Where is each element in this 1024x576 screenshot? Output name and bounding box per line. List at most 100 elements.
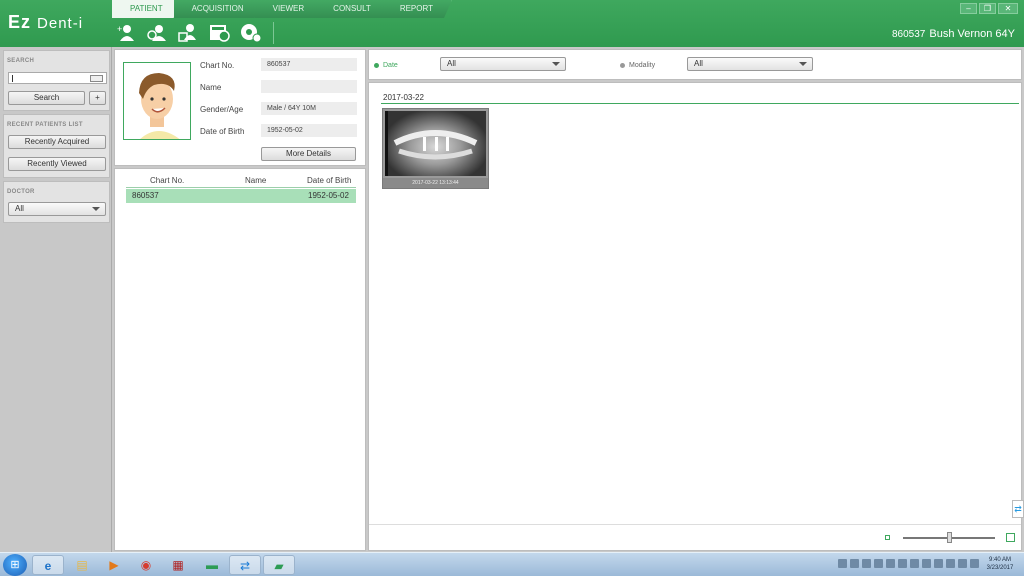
- tray-icon[interactable]: [898, 559, 907, 568]
- panoramic-xray-image: [385, 111, 486, 176]
- tab-consult[interactable]: CONSULT: [315, 0, 390, 18]
- windows-taskbar: ⊞ e ▤ ▶ ◉ ▦ ▬ ⇄ ▰ 9:40 AM 3/23/2017: [0, 552, 1024, 576]
- study-date-divider: [381, 103, 1019, 104]
- list-header-divider: [126, 187, 356, 188]
- gender-age-label: Gender/Age: [200, 105, 244, 114]
- teamviewer-icon[interactable]: ⇄: [229, 555, 261, 575]
- patient-toolbar: +: [114, 22, 274, 44]
- add-search-button[interactable]: +: [89, 91, 106, 105]
- row-chart-no: 860537: [132, 191, 159, 200]
- svg-text:+: +: [117, 24, 122, 34]
- date-select[interactable]: All: [440, 57, 566, 71]
- tray-icon[interactable]: [910, 559, 919, 568]
- patient-info-box: Chart No. 860537 Name Gender/Age Male / …: [114, 49, 366, 166]
- tray-icon[interactable]: [850, 559, 859, 568]
- patient-avatar: [123, 62, 191, 140]
- column-chart-no[interactable]: Chart No.: [150, 176, 184, 185]
- tab-acquisition[interactable]: ACQUISITION: [174, 0, 263, 18]
- media-player-icon[interactable]: ▶: [98, 555, 130, 575]
- minimize-button[interactable]: –: [960, 3, 977, 14]
- volume-icon[interactable]: [970, 559, 979, 568]
- zoom-slider-handle[interactable]: [946, 532, 952, 543]
- chevron-down-icon: [552, 62, 560, 66]
- grid-app-icon[interactable]: ▦: [162, 555, 194, 575]
- name-label: Name: [200, 83, 222, 92]
- chevron-down-icon: [799, 62, 807, 66]
- restore-button[interactable]: ❐: [979, 3, 996, 14]
- tray-icon[interactable]: [958, 559, 967, 568]
- study-date-header: 2017-03-22: [383, 93, 424, 102]
- dob-value: 1952-05-02: [261, 124, 357, 137]
- keyboard-icon[interactable]: [90, 75, 103, 82]
- search-title: SEARCH: [7, 58, 35, 64]
- ie-icon[interactable]: e: [32, 555, 64, 575]
- modality-select-value: All: [694, 59, 703, 68]
- main-tabs: PATIENT ACQUISITION VIEWER CONSULT REPOR…: [112, 0, 444, 18]
- chart-no-value: 860537: [261, 58, 357, 71]
- patient-list: Chart No. Name Date of Birth 860537 1952…: [114, 168, 366, 551]
- teamviewer-side-icon[interactable]: ⇄: [1012, 500, 1024, 518]
- tray-icon[interactable]: [862, 559, 871, 568]
- date-filter-label: Date: [383, 62, 398, 69]
- toolbar-divider: [273, 22, 274, 44]
- thumbnail-caption: 2017-03-22 13:13:44: [383, 178, 488, 188]
- start-button[interactable]: ⊞: [3, 554, 27, 576]
- current-patient-name: Bush Vernon 64Y: [929, 28, 1015, 40]
- search-input[interactable]: [8, 72, 107, 84]
- modality-filter-label: Modality: [629, 62, 656, 69]
- app-logo: Ez Dent-i: [8, 12, 83, 33]
- doctor-section: DOCTOR All: [3, 181, 110, 223]
- system-tray: [838, 559, 979, 568]
- table-row[interactable]: 860537 1952-05-02: [126, 189, 356, 203]
- edit-patient-icon[interactable]: [145, 22, 170, 43]
- doctor-select[interactable]: All: [8, 202, 106, 216]
- current-patient-id: 860537: [892, 29, 926, 40]
- chrome-icon[interactable]: ◉: [130, 555, 162, 575]
- current-patient-title: 860537 Bush Vernon 64Y: [892, 28, 1015, 40]
- study-gallery: 2017-03-22 2017-03-22 13:13:44: [368, 82, 1022, 551]
- clock-time: 9:40 AM: [988, 557, 1011, 563]
- add-patient-icon[interactable]: +: [114, 22, 139, 43]
- taskbar-clock[interactable]: 9:40 AM 3/23/2017: [980, 556, 1020, 572]
- tray-icon[interactable]: [934, 559, 943, 568]
- tray-icon[interactable]: [922, 559, 931, 568]
- tab-report[interactable]: REPORT: [382, 0, 452, 18]
- date-radio[interactable]: [374, 63, 379, 68]
- import-icon[interactable]: [207, 22, 232, 43]
- clock-date: 3/23/2017: [986, 565, 1014, 571]
- column-date-of-birth[interactable]: Date of Birth: [307, 176, 351, 185]
- zoom-bar: [369, 524, 1021, 550]
- tray-icon[interactable]: [886, 559, 895, 568]
- green-app-icon[interactable]: ▬: [196, 555, 228, 575]
- ezdent-icon[interactable]: ▰: [263, 555, 295, 575]
- dicom-icon[interactable]: [238, 22, 263, 43]
- doctor-select-value: All: [15, 204, 24, 213]
- more-details-button[interactable]: More Details: [261, 147, 356, 161]
- recently-viewed-button[interactable]: Recently Viewed: [8, 157, 106, 171]
- delete-patient-icon[interactable]: [176, 22, 201, 43]
- tray-icon[interactable]: [838, 559, 847, 568]
- column-name[interactable]: Name: [245, 176, 266, 185]
- explorer-icon[interactable]: ▤: [66, 555, 98, 575]
- xray-thumbnail[interactable]: 2017-03-22 13:13:44: [382, 108, 489, 189]
- recently-acquired-button[interactable]: Recently Acquired: [8, 135, 106, 149]
- modality-radio[interactable]: [620, 63, 625, 68]
- tab-patient[interactable]: PATIENT: [112, 0, 182, 18]
- tray-icon[interactable]: [946, 559, 955, 568]
- dob-label: Date of Birth: [200, 127, 245, 136]
- logo-ez: Ez: [8, 12, 32, 32]
- search-button[interactable]: Search: [8, 91, 85, 105]
- zoom-in-icon[interactable]: [1006, 533, 1015, 542]
- tray-icon[interactable]: [874, 559, 883, 568]
- zoom-out-icon[interactable]: [885, 535, 890, 540]
- modality-select[interactable]: All: [687, 57, 813, 71]
- recent-patients-title: RECENT PATIENTS LIST: [7, 122, 83, 128]
- row-dob: 1952-05-02: [308, 191, 349, 200]
- gender-age-value: Male / 64Y 10M: [261, 102, 357, 115]
- patient-panel: Chart No. 860537 Name Gender/Age Male / …: [114, 49, 366, 551]
- chart-no-label: Chart No.: [200, 61, 235, 70]
- left-sidebar: SEARCH Search + RECENT PATIENTS LIST Rec…: [0, 47, 112, 552]
- close-button[interactable]: ✕: [998, 3, 1018, 14]
- tab-viewer[interactable]: VIEWER: [255, 0, 324, 18]
- chevron-down-icon: [92, 207, 100, 211]
